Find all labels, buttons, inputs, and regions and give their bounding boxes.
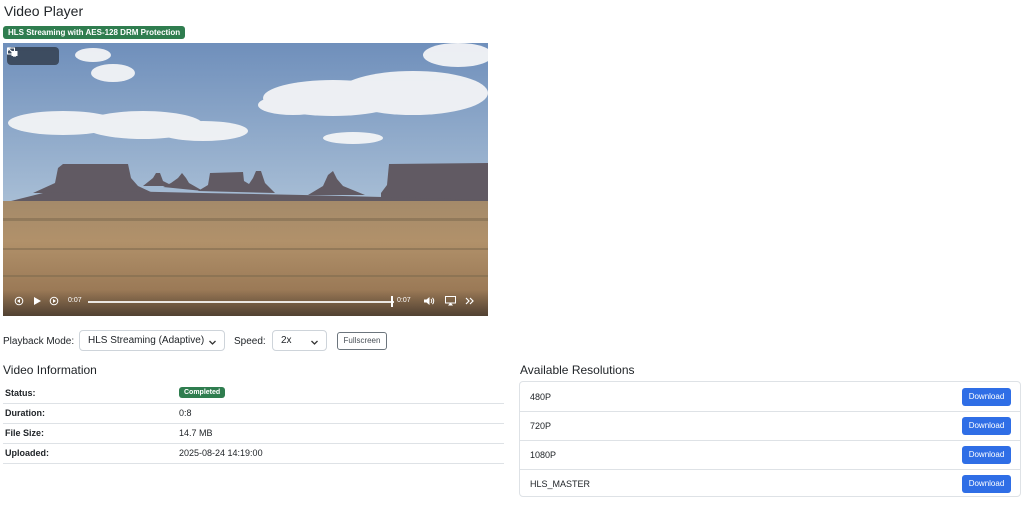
- info-value: 14.7 MB: [179, 428, 213, 438]
- resolution-name: 1080P: [530, 450, 557, 460]
- info-row-duration: Duration: 0:8: [3, 403, 504, 424]
- video-frame: [3, 43, 488, 316]
- playback-mode-label: Playback Mode:: [3, 336, 75, 347]
- hls-drm-badge: HLS Streaming with AES-128 DRM Protectio…: [3, 26, 186, 39]
- download-1080p-button[interactable]: Download: [962, 446, 1011, 464]
- download-480p-button[interactable]: Download: [962, 388, 1011, 406]
- list-item: HLS_MASTER Download: [520, 469, 1020, 498]
- speed-label: Speed:: [234, 336, 266, 347]
- download-hls-master-button[interactable]: Download: [962, 475, 1011, 493]
- video-information-title: Video Information: [3, 363, 97, 377]
- info-value: 0:8: [179, 408, 192, 418]
- resolution-name: 720P: [530, 421, 552, 431]
- available-resolutions-title: Available Resolutions: [520, 363, 635, 377]
- list-item: 480P Download: [520, 382, 1020, 412]
- page-title: Video Player: [4, 3, 84, 19]
- info-value: 2025-08-24 14:19:00: [179, 448, 263, 458]
- playback-mode-value: HLS Streaming (Adaptive): [88, 335, 205, 346]
- resolutions-list: 480P Download 720P Download 1080P Downlo…: [519, 381, 1021, 497]
- info-row-file-size: File Size: 14.7 MB: [3, 423, 504, 444]
- chevron-down-icon: [208, 335, 217, 354]
- chevron-down-icon: [310, 335, 319, 354]
- end-time: 0:07: [397, 297, 411, 304]
- speed-value: 2x: [281, 335, 292, 346]
- info-key: Duration:: [5, 408, 45, 418]
- info-key: File Size:: [5, 428, 45, 438]
- info-key: Uploaded:: [5, 448, 49, 458]
- video-top-controls: [7, 47, 59, 65]
- status-badge: Completed: [179, 387, 226, 398]
- info-row-uploaded: Uploaded: 2025-08-24 14:19:00: [3, 443, 504, 464]
- video-player[interactable]: 0:07 0:07: [3, 43, 488, 316]
- info-key: Status:: [5, 388, 36, 398]
- list-item: 1080P Download: [520, 440, 1020, 470]
- info-row-status: Status: Completed: [3, 383, 504, 404]
- video-control-bar: 0:07 0:07: [3, 290, 488, 316]
- list-item: 720P Download: [520, 411, 1020, 441]
- current-time: 0:07: [68, 297, 82, 304]
- resolution-name: HLS_MASTER: [530, 479, 591, 489]
- playback-mode-select[interactable]: HLS Streaming (Adaptive): [79, 330, 225, 351]
- seek-handle[interactable]: [391, 296, 393, 307]
- seek-bar[interactable]: [88, 301, 394, 303]
- fullscreen-button[interactable]: Fullscreen: [337, 332, 387, 350]
- resolution-name: 480P: [530, 392, 552, 402]
- download-720p-button[interactable]: Download: [962, 417, 1011, 435]
- speed-select[interactable]: 2x: [272, 330, 327, 351]
